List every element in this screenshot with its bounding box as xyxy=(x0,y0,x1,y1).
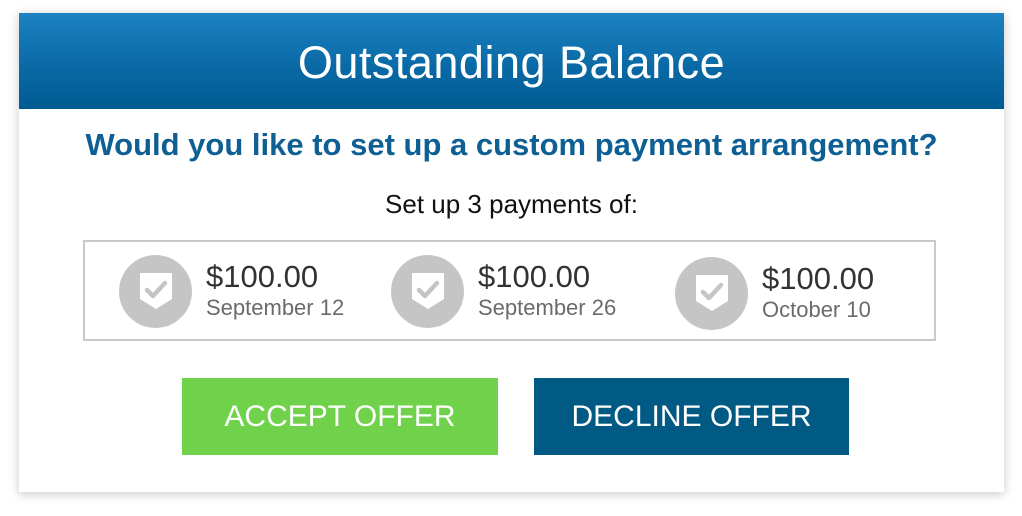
payment-item-2: $100.00 September 26 xyxy=(391,254,616,328)
shield-check-icon xyxy=(119,254,192,328)
payment-dialog: Outstanding Balance Would you like to se… xyxy=(19,13,1004,492)
arrangement-question: Would you like to set up a custom paymen… xyxy=(85,127,938,162)
accept-offer-button[interactable]: ACCEPT OFFER xyxy=(182,378,498,455)
dialog-title: Outstanding Balance xyxy=(297,37,726,88)
decline-offer-button[interactable]: DECLINE OFFER xyxy=(534,378,849,455)
payment-date: October 10 xyxy=(762,297,871,322)
dialog-header: Outstanding Balance xyxy=(19,13,1004,109)
shield-check-icon xyxy=(675,256,748,330)
shield-check-icon xyxy=(391,254,464,328)
payment-amount: $100.00 xyxy=(478,259,591,294)
payment-amount: $100.00 xyxy=(206,259,319,294)
payments-subtext: Set up 3 payments of: xyxy=(385,189,638,219)
payment-amount: $100.00 xyxy=(762,261,875,296)
payment-item-3: $100.00 October 10 xyxy=(675,256,874,330)
payment-date: September 26 xyxy=(478,295,617,320)
payments-summary: $100.00 September 12 $100.00 September 2… xyxy=(83,240,936,341)
payment-date: September 12 xyxy=(206,295,345,320)
payment-item-1: $100.00 September 12 xyxy=(119,254,344,328)
